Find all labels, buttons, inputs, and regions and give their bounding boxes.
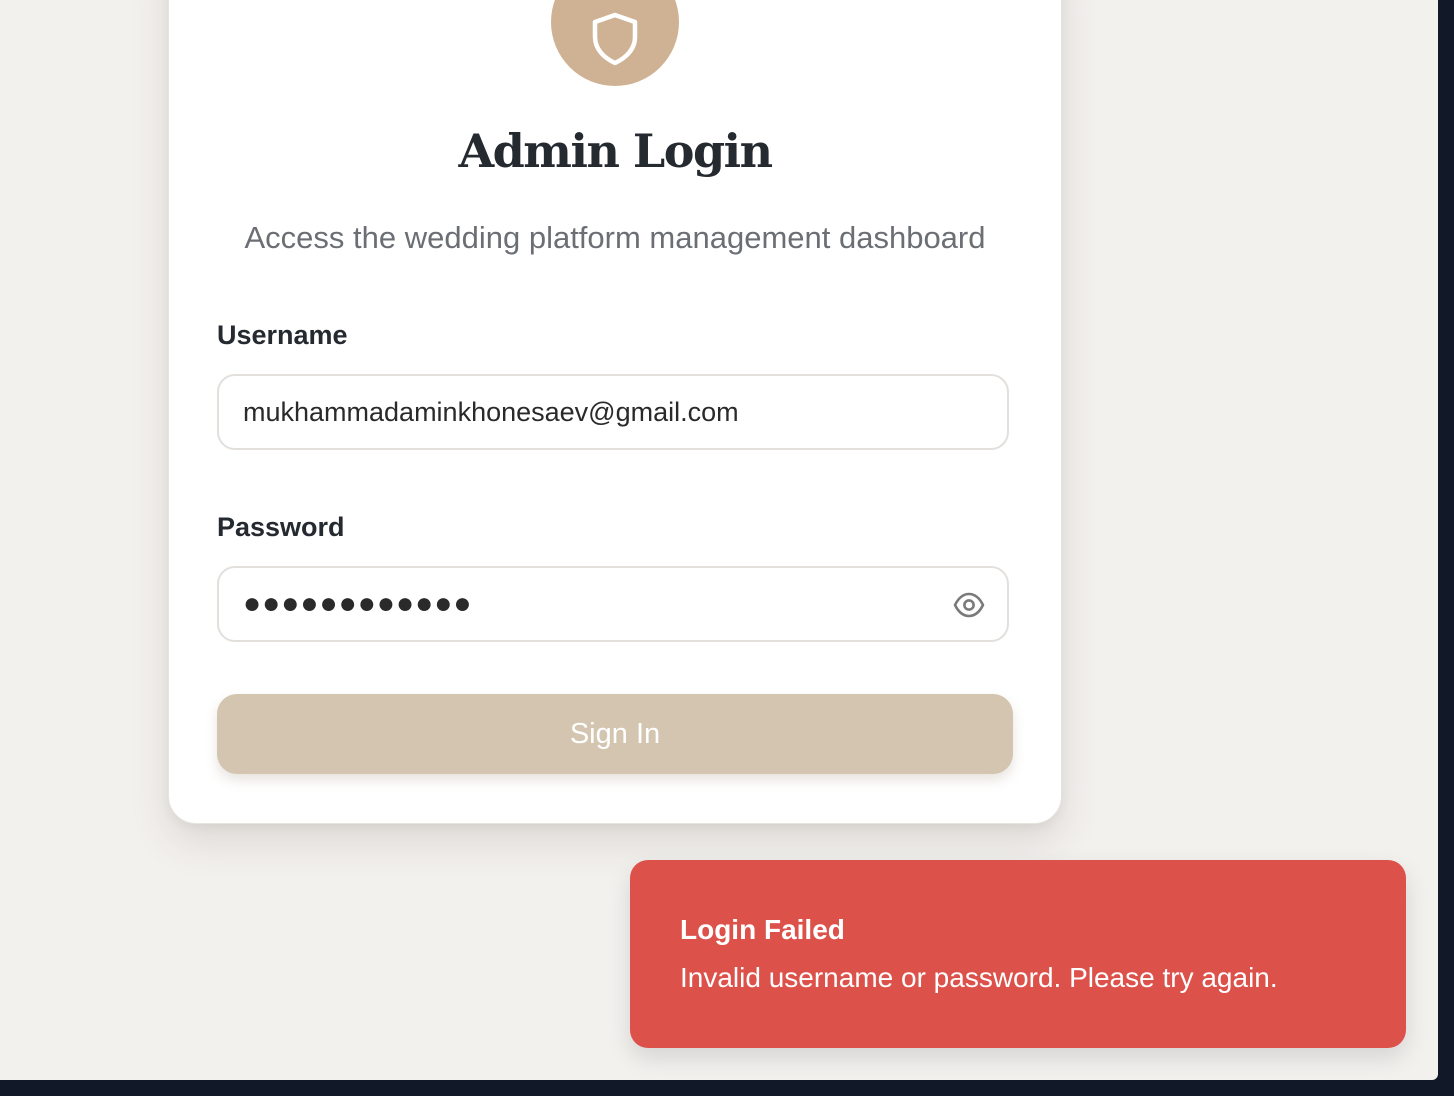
password-value: ●●●●●●●●●●●● [243,587,473,620]
username-label: Username [217,320,348,350]
login-card: Admin Login Access the wedding platform … [168,0,1062,824]
toast-message: Invalid username or password. Please try… [680,962,1278,993]
toast-title: Login Failed [680,914,845,945]
shield-badge [551,0,679,86]
shield-icon [589,11,641,67]
username-field[interactable]: mukhammadaminkhonesaev@gmail.com [217,374,1009,450]
eye-icon[interactable] [953,591,985,619]
error-toast[interactable]: Login Failed Invalid username or passwor… [630,860,1406,1048]
password-field[interactable]: ●●●●●●●●●●●● [217,566,1009,642]
page-background: Admin Login Access the wedding platform … [0,0,1438,1080]
page-subtitle: Access the wedding platform management d… [244,220,986,255]
sign-in-button[interactable]: Sign In [217,694,1013,774]
password-label: Password [217,512,345,542]
username-value: mukhammadaminkhonesaev@gmail.com [243,396,739,427]
page-title: Admin Login [458,124,773,178]
